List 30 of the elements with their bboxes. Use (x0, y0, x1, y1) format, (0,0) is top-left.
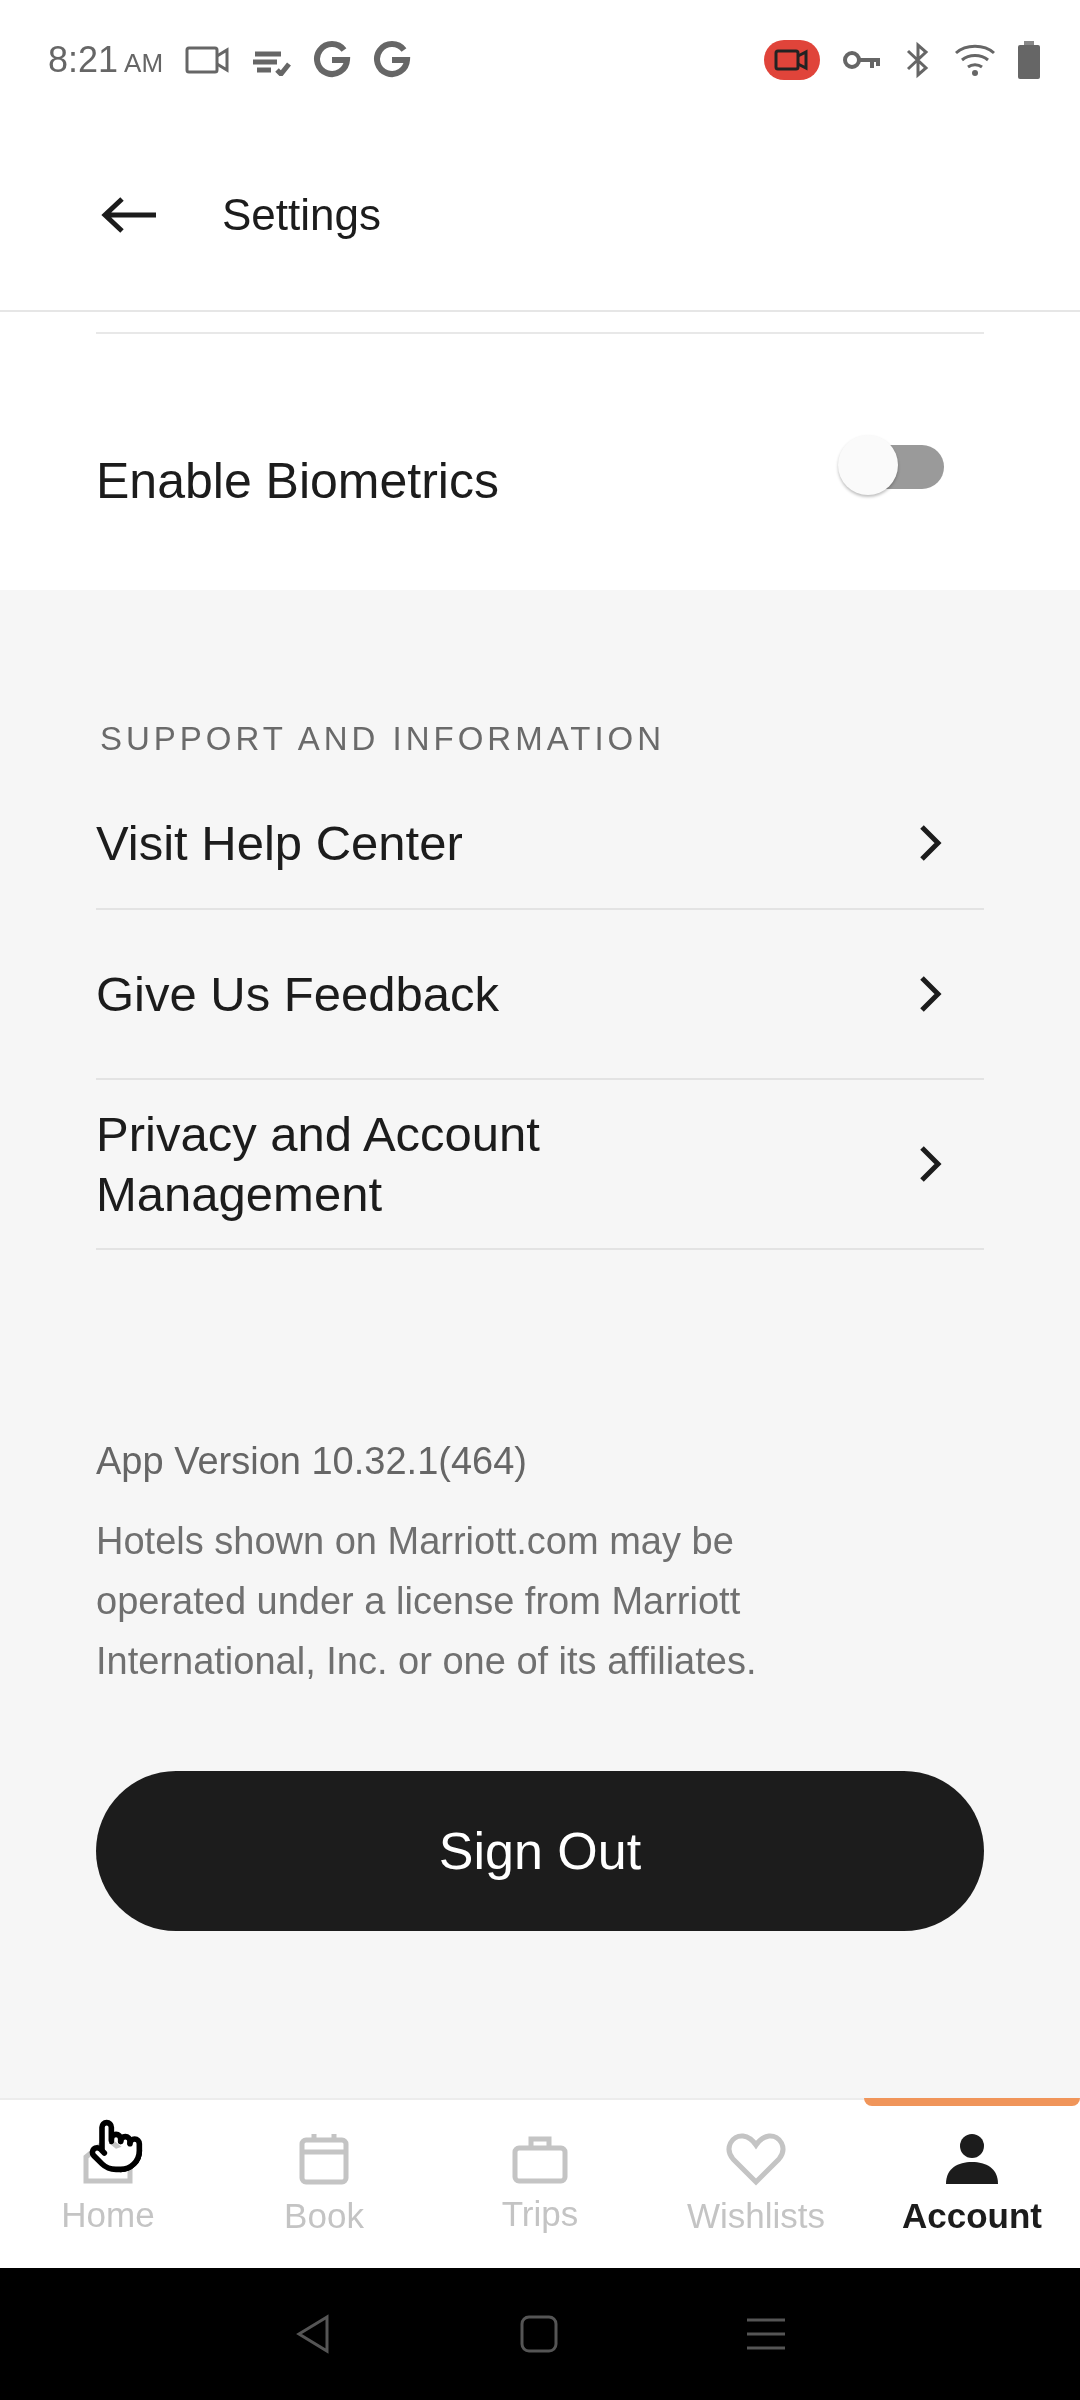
app-version: App Version 10.32.1(464) (96, 1440, 528, 1483)
calendar-icon (298, 2132, 350, 2186)
screen-record-icon (764, 40, 820, 80)
wifi-icon (954, 43, 996, 77)
battery-icon (1018, 41, 1040, 79)
video-camera-icon (185, 46, 230, 74)
person-icon (944, 2132, 1000, 2186)
heart-icon (726, 2132, 786, 2186)
suitcase-icon (511, 2134, 569, 2184)
key-icon (842, 48, 882, 72)
nav-tab[interactable]: Account (864, 2100, 1080, 2268)
settings-row[interactable]: Visit Help Center (96, 778, 984, 910)
settings-row[interactable]: Privacy and Account Management (96, 1080, 984, 1250)
chevron-right-icon (918, 1144, 944, 1184)
status-time: 8:21 AM (48, 39, 164, 81)
google-icon (373, 41, 412, 79)
back-arrow-icon[interactable] (100, 196, 158, 234)
section-heading: SUPPORT AND INFORMATION (100, 720, 667, 758)
back-icon[interactable] (294, 2314, 331, 2354)
google-icon (313, 41, 352, 79)
home-button-icon[interactable] (520, 2315, 558, 2353)
menu-icon[interactable] (747, 2317, 786, 2351)
hand-pointer-icon (88, 2118, 144, 2174)
page-title: Settings (222, 190, 381, 240)
settings-row[interactable]: Give Us Feedback (96, 910, 984, 1080)
disclaimer-text: Hotels shown on Marriott.com may be operated under a license from Marriott International, Inc. or one of its affiliates. (96, 1519, 758, 1685)
sign-out-button[interactable]: Sign Out (96, 1771, 984, 1932)
chevron-right-icon (918, 974, 944, 1014)
biometrics-label: Enable Biometrics (96, 452, 499, 512)
chevron-right-icon (918, 823, 944, 863)
